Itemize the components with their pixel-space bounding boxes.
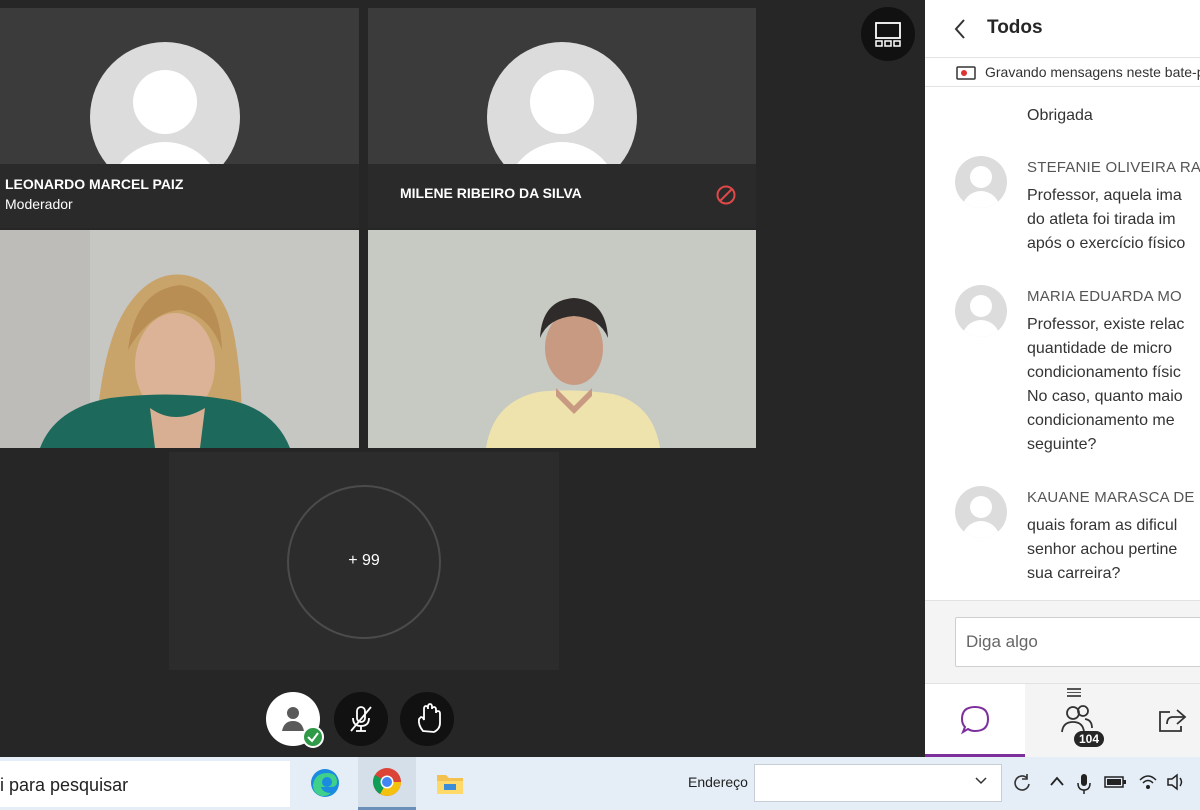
taskbar-file-explorer[interactable] [420,757,478,810]
taskbar-search[interactable]: i para pesquisar [0,761,290,807]
participant-name: LEONARDO MARCEL PAIZ [5,176,184,192]
participant-name: MILENE RIBEIRO DA SILVA [400,185,582,201]
tab-share-content[interactable] [1127,684,1200,758]
volume-icon[interactable] [1166,773,1186,791]
participant-tile-leonardo[interactable]: LEONARDO MARCEL PAIZ Moderador [0,8,359,228]
recording-notice: Gravando mensagens neste bate-papo [925,59,1200,87]
message-text: condicionamento físic [1027,364,1181,381]
layout-grid-icon [875,22,901,47]
mute-mic-button[interactable] [334,692,388,746]
chevron-up-icon[interactable] [1048,773,1066,791]
overflow-count: + 99 [348,552,380,569]
chat-title: Todos [987,17,1043,38]
chrome-icon [373,768,401,796]
chat-bubble-icon [960,705,990,735]
file-explorer-icon [437,775,463,794]
video-tile-presenter-man[interactable] [368,230,756,448]
message-author: STEFANIE OLIVEIRA RA [1027,159,1200,176]
participant-role: Moderador [5,196,73,212]
tab-chat[interactable] [925,684,1025,758]
raise-hand-button[interactable] [400,692,454,746]
overflow-participants-tile[interactable]: + 99 [169,452,559,670]
status-ok-badge [302,726,324,748]
chevron-down-icon[interactable] [975,777,987,785]
check-icon [307,732,319,743]
message-text: após o exercício físico [1027,235,1186,252]
message-text: Professor, aquela ima [1027,187,1182,204]
refresh-icon[interactable] [1012,773,1032,793]
message-text: seguinte? [1027,436,1097,453]
video-tile-presenter-woman[interactable] [0,230,359,448]
camera-blocked-icon [716,185,736,205]
taskbar-edge[interactable] [296,757,354,810]
chat-panel: Todos Gravando mensagens neste bate-papo… [925,0,1200,758]
recording-text: Gravando mensagens neste bate-papo [985,64,1200,80]
layout-toggle-button[interactable] [861,7,915,61]
wifi-icon[interactable] [1138,773,1158,791]
chat-header: Todos [925,0,1200,58]
message-text: do atleta foi tirada im [1027,211,1176,228]
message-avatar [955,156,1007,208]
message-text: sua carreira? [1027,565,1121,582]
taskbar-chrome[interactable] [358,757,416,810]
message-avatar [955,285,1007,337]
recording-icon [956,66,976,80]
microphone-icon[interactable] [1076,773,1092,795]
message-text: No caso, quanto maio [1027,388,1183,405]
address-label: Endereço [688,774,748,790]
message-text: condicionamento me [1027,412,1175,429]
address-bar-input[interactable] [754,764,1002,802]
people-icon [1061,705,1093,733]
tab-participants[interactable]: 104 [1026,684,1126,758]
participants-count-badge: 104 [1074,731,1105,747]
windows-taskbar: i para pesquisar Endereço [0,757,1200,810]
panel-tab-bar: 104 [925,683,1200,758]
collaborate-window: LEONARDO MARCEL PAIZ Moderador MILENE RI… [0,0,1200,810]
video-feed [368,230,756,448]
message-text: Obrigada [1027,107,1093,124]
edge-icon [311,769,339,797]
chat-input[interactable] [955,617,1200,667]
message-text: quantidade de micro [1027,340,1172,357]
message-author: MARIA EDUARDA MO [1027,288,1182,305]
message-avatar [955,486,1007,538]
battery-icon[interactable] [1104,773,1128,791]
search-text: i para pesquisar [0,775,129,795]
message-text: quais foram as dificul [1027,517,1178,534]
share-icon [1159,709,1187,732]
message-text: senhor achou pertine [1027,541,1178,558]
video-feed [0,230,359,448]
message-text: Professor, existe relac [1027,316,1185,333]
user-icon [282,707,304,731]
participant-tile-milene[interactable]: MILENE RIBEIRO DA SILVA [368,8,756,228]
my-status-button[interactable] [266,692,324,748]
chevron-left-icon[interactable] [953,18,967,40]
chat-input-area [925,600,1200,683]
drag-grip-icon[interactable] [1067,688,1081,699]
raise-hand-icon [417,703,441,733]
message-author: KAUANE MARASCA DE [1027,489,1195,506]
mic-muted-icon [350,706,372,732]
